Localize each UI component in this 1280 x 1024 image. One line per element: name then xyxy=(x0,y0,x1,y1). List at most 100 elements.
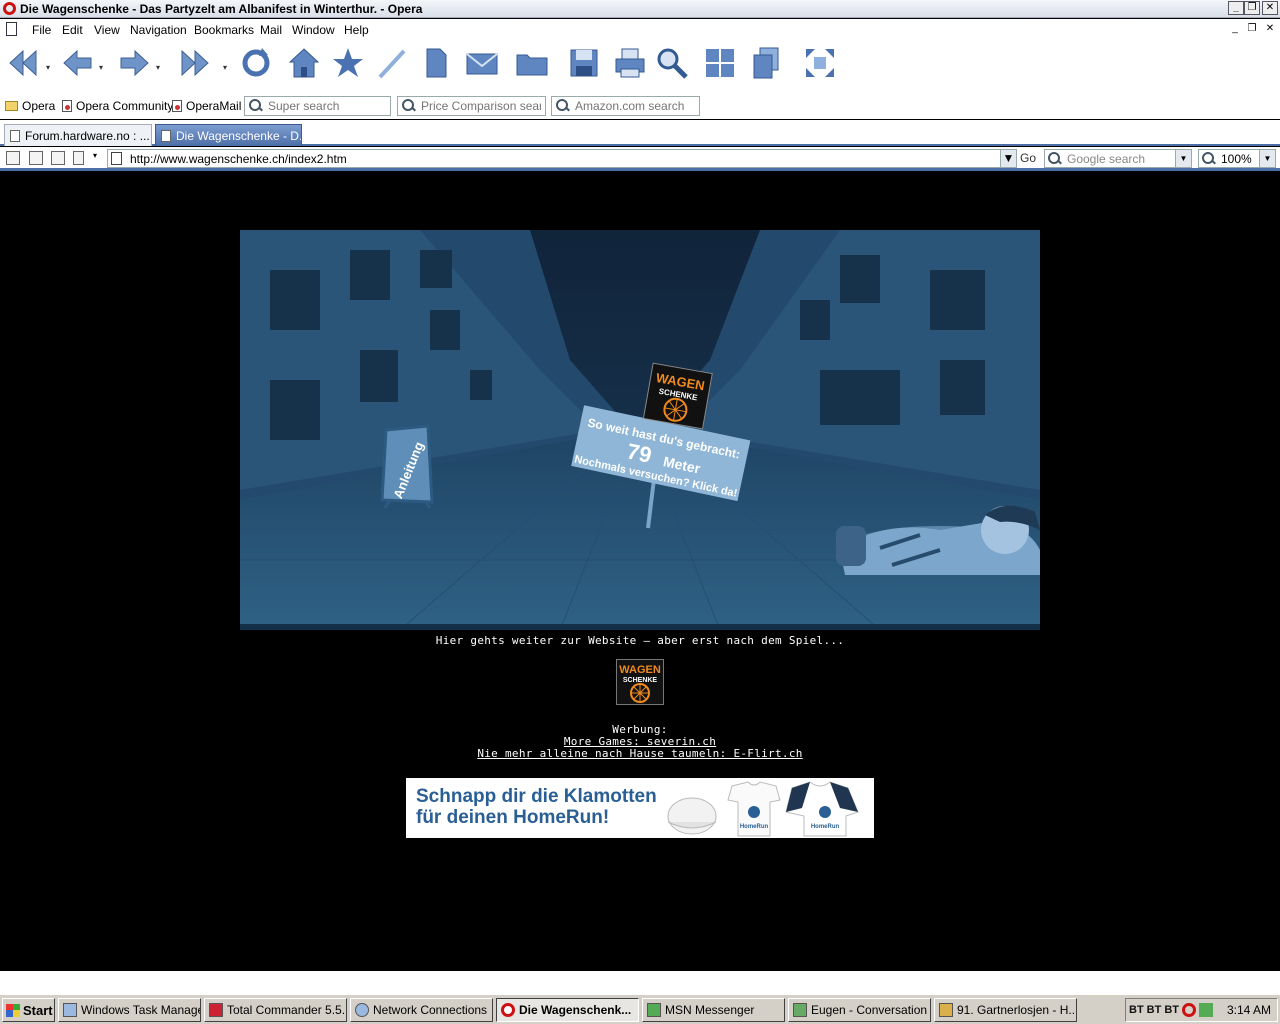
folder-icon[interactable] xyxy=(512,41,552,85)
minimize-button[interactable]: _ xyxy=(1228,1,1244,15)
save-icon[interactable] xyxy=(564,41,604,85)
page-icon xyxy=(161,130,171,142)
start-button[interactable]: Start xyxy=(2,998,55,1022)
print-small-icon[interactable] xyxy=(51,151,65,165)
home-icon[interactable] xyxy=(284,41,324,85)
page-restore-button[interactable]: ❐ xyxy=(1245,23,1259,35)
menu-mail[interactable]: Mail xyxy=(260,23,282,37)
amazon-search-input[interactable] xyxy=(575,99,695,113)
eflirt-link[interactable]: Nie mehr alleine nach Hause taumeln: E-F… xyxy=(477,747,802,760)
forward-icon[interactable] xyxy=(114,41,154,85)
zoom-dropdown-icon[interactable]: ▼ xyxy=(1259,150,1275,167)
tab-forum-hardware[interactable]: Forum.hardware.no : ... xyxy=(4,124,152,146)
banner-brand-shirt: HomeRun xyxy=(740,824,769,830)
google-search-field[interactable]: Google search ▼ xyxy=(1044,149,1192,168)
document-icon[interactable] xyxy=(6,22,17,36)
menu-help[interactable]: Help xyxy=(344,23,369,37)
amazon-search-field[interactable] xyxy=(551,96,700,116)
search-icon xyxy=(402,99,416,113)
bookmark-opera-community[interactable]: Opera Community xyxy=(62,99,173,113)
bookmark-operamail[interactable]: OperaMail xyxy=(172,99,241,113)
page-content: So weit hast du's gebracht: 79 Meter Noc… xyxy=(0,174,1280,971)
page-small-icon[interactable] xyxy=(73,151,84,165)
fast-forward-dropdown-icon[interactable]: ▾ xyxy=(223,63,227,72)
clock[interactable]: 3:14 AM xyxy=(1227,1003,1271,1017)
search-engine-dropdown-icon[interactable]: ▼ xyxy=(1175,150,1191,167)
panel-toggle-icon[interactable] xyxy=(6,151,20,165)
system-tray: BT BT BT 3:14 AM xyxy=(1125,998,1278,1022)
task-network-connections[interactable]: Network Connections xyxy=(350,998,493,1022)
instructions-sign[interactable]: Anleitung xyxy=(380,424,434,509)
url-field[interactable]: http://www.wagenschenke.ch/index2.htm ▼ xyxy=(107,149,1017,168)
zoom-field[interactable]: 100% ▼ xyxy=(1198,149,1276,168)
search-icon xyxy=(1048,151,1062,166)
rewind-dropdown-icon[interactable]: ▾ xyxy=(46,63,50,72)
homerun-banner-ad[interactable]: Schnapp dir die Klamotten für deinen Hom… xyxy=(406,778,874,838)
maximize-button[interactable]: ❐ xyxy=(1244,1,1260,15)
tile-icon[interactable] xyxy=(700,41,740,85)
page-minimize-button[interactable]: _ xyxy=(1228,23,1242,35)
windows-flag-icon xyxy=(6,1003,20,1017)
super-search-field[interactable] xyxy=(244,96,391,116)
status-strip xyxy=(0,971,1280,994)
task-total-commander[interactable]: Total Commander 5.5... xyxy=(204,998,347,1022)
wagenschenke-logo[interactable]: WAGEN SCHENKE xyxy=(616,659,664,705)
menu-navigation[interactable]: Navigation xyxy=(130,23,187,37)
task-label: Total Commander 5.5... xyxy=(227,1003,347,1017)
menu-window[interactable]: Window xyxy=(292,23,335,37)
opera-tray-icon[interactable] xyxy=(1182,1003,1197,1017)
camera-icon[interactable] xyxy=(29,151,43,165)
price-comparison-search-field[interactable] xyxy=(397,96,546,116)
messenger-icon xyxy=(647,1003,661,1017)
close-button[interactable]: ✕ xyxy=(1262,1,1278,15)
menu-edit[interactable]: Edit xyxy=(62,23,83,37)
page-icon xyxy=(172,100,182,112)
page-dropdown-icon[interactable]: ▾ xyxy=(93,151,97,160)
tray-bt-3[interactable]: BT xyxy=(1164,1004,1179,1016)
continue-to-website-text[interactable]: Hier gehts weiter zur Website – aber ers… xyxy=(0,634,1280,647)
mail-icon[interactable] xyxy=(462,41,502,85)
back-dropdown-icon[interactable]: ▾ xyxy=(99,63,103,72)
page-close-button[interactable]: ✕ xyxy=(1263,23,1277,35)
menu-bookmarks[interactable]: Bookmarks xyxy=(194,23,254,37)
menu-view[interactable]: View xyxy=(94,23,120,37)
fullscreen-icon[interactable] xyxy=(800,41,840,85)
pen-icon xyxy=(939,1003,953,1017)
url-text[interactable]: http://www.wagenschenke.ch/index2.htm xyxy=(130,152,347,166)
task-die-wagenschenke[interactable]: Die Wagenschenk... xyxy=(496,998,639,1022)
back-icon[interactable] xyxy=(58,41,98,85)
print-icon[interactable] xyxy=(610,41,650,85)
taskbar: Start Windows Task Manager Total Command… xyxy=(0,994,1280,1024)
tab-wagenschenke[interactable]: Die Wagenschenke - D... xyxy=(155,124,302,146)
tray-bt-2[interactable]: BT xyxy=(1147,1004,1162,1016)
task-windows-task-manager[interactable]: Windows Task Manager xyxy=(58,998,201,1022)
bookmark-opera-label: Opera xyxy=(22,99,56,113)
messenger-tray-icon[interactable] xyxy=(1199,1003,1214,1017)
price-comparison-search-input[interactable] xyxy=(421,99,541,113)
task-msn-messenger[interactable]: MSN Messenger xyxy=(642,998,785,1022)
banner-clothing-image: HomeRun HomeRun xyxy=(667,781,859,837)
score-distance: 79 xyxy=(625,438,654,468)
go-button[interactable]: Go xyxy=(1020,151,1036,165)
bookmark-operamail-label: OperaMail xyxy=(186,99,242,113)
page-icon xyxy=(10,130,20,142)
search-icon[interactable] xyxy=(652,41,692,85)
main-toolbar: ▾ ▾ ▾ ▾ xyxy=(0,41,1280,93)
reload-icon[interactable] xyxy=(236,41,276,85)
star-icon[interactable] xyxy=(328,41,368,85)
task-eugen-conversation[interactable]: Eugen - Conversation xyxy=(788,998,931,1022)
menu-file[interactable]: File xyxy=(32,23,51,37)
url-history-dropdown-icon[interactable]: ▼ xyxy=(1000,150,1016,167)
tray-bt-1[interactable]: BT xyxy=(1129,1004,1144,1016)
pen-icon[interactable] xyxy=(372,41,412,85)
cascade-icon[interactable] xyxy=(746,41,786,85)
forward-dropdown-icon[interactable]: ▾ xyxy=(156,63,160,72)
fast-forward-icon[interactable] xyxy=(174,41,214,85)
game-flash[interactable]: So weit hast du's gebracht: 79 Meter Noc… xyxy=(240,230,1040,630)
page-icon[interactable] xyxy=(416,41,456,85)
rewind-icon[interactable] xyxy=(4,41,44,85)
bookmark-opera[interactable]: Opera xyxy=(5,99,55,113)
super-search-input[interactable] xyxy=(268,99,388,113)
google-search-placeholder[interactable]: Google search xyxy=(1067,152,1145,166)
task-gartnerlosjen[interactable]: 91. Gartnerlosjen - H... xyxy=(934,998,1077,1022)
